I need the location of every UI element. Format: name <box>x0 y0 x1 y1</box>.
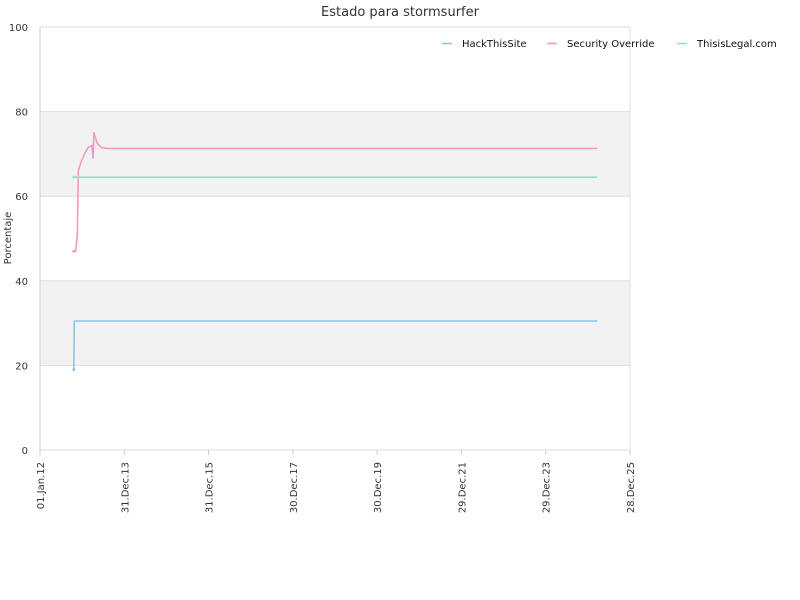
chart-background-bands <box>40 111 630 366</box>
x-tick-label: 29.Dec.21 <box>457 462 468 513</box>
legend-label: HackThisSite <box>462 39 527 50</box>
x-tick-label: 28.Dec.25 <box>626 462 637 513</box>
x-axis-ticks: 01.Jan.12 31.Dec.13 31.Dec.15 30.Dec.17 30.D… <box>36 450 637 513</box>
x-tick-label: 30.Dec.17 <box>289 462 300 513</box>
x-tick-label: 30.Dec.19 <box>373 462 384 513</box>
y-tick-label: 0 <box>22 446 28 457</box>
x-tick-label: 31.Dec.15 <box>205 462 216 513</box>
series-start-point <box>72 175 76 179</box>
y-tick-label: 20 <box>15 361 28 372</box>
chart-title: Estado para stormsurfer <box>321 5 480 20</box>
series-start-point <box>72 249 76 253</box>
chart: 0 20 40 60 80 100 01.Jan.12 31.Dec.13 31.Dec.15… <box>3 5 777 513</box>
plot-frame <box>39 27 631 450</box>
background-band <box>40 280 630 366</box>
series-start-point <box>72 368 76 372</box>
legend-label: Security Override <box>567 39 655 50</box>
y-tick-label: 60 <box>15 192 28 203</box>
legend-label: ThisisLegal.com <box>696 39 777 50</box>
x-tick-label: 31.Dec.13 <box>120 462 131 513</box>
y-tick-label: 80 <box>15 108 28 119</box>
legend: HackThisSite Security Override ThisisLegal… <box>442 39 777 50</box>
y-tick-label: 100 <box>9 23 28 34</box>
gridlines <box>40 26 630 451</box>
background-band <box>40 111 630 197</box>
y-axis-title: Porcentaje <box>3 212 14 265</box>
x-tick-label: 29.Dec.23 <box>542 462 553 513</box>
y-tick-label: 40 <box>15 277 28 288</box>
x-tick-label: 01.Jan.12 <box>36 462 47 509</box>
